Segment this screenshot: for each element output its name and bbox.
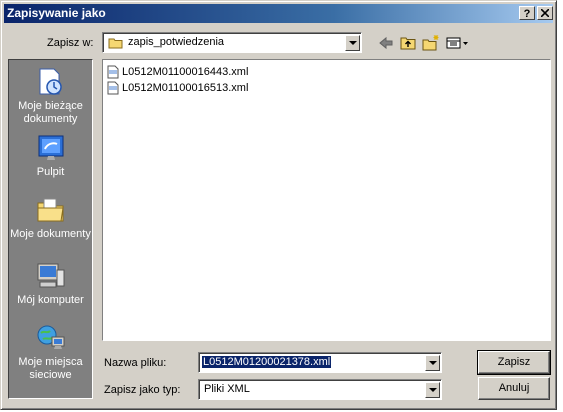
title-bar[interactable]: Zapisywanie jako ? bbox=[4, 4, 553, 23]
filetype-dropdown-arrow[interactable] bbox=[425, 382, 440, 398]
filename-value: L0512M01200021378.xml bbox=[202, 356, 332, 368]
desktop-icon bbox=[38, 135, 63, 160]
cancel-button[interactable]: Anuluj bbox=[478, 377, 550, 400]
help-button[interactable]: ? bbox=[519, 6, 535, 20]
filename-dropdown-arrow[interactable] bbox=[425, 355, 440, 371]
network-places-icon bbox=[37, 325, 64, 349]
back-button[interactable] bbox=[376, 34, 396, 52]
location-combo[interactable]: zapis_potwiedzenia bbox=[102, 32, 362, 53]
close-button[interactable] bbox=[537, 6, 553, 20]
new-folder-button[interactable] bbox=[421, 34, 441, 52]
filetype-label: Zapisz jako typ: bbox=[104, 384, 181, 396]
location-value: zapis_potwiedzenia bbox=[128, 36, 225, 48]
places-bar: Moje bieżące dokumenty Pulpit Moje dokum… bbox=[8, 59, 93, 399]
close-icon bbox=[540, 8, 550, 18]
filename-label: Nazwa pliku: bbox=[104, 357, 167, 369]
list-item[interactable]: L0512M01100016443.xml bbox=[106, 64, 248, 80]
my-computer-icon bbox=[37, 263, 64, 288]
up-folder-icon bbox=[400, 37, 416, 50]
up-folder-button[interactable] bbox=[398, 34, 418, 52]
filename-input[interactable]: L0512M01200021378.xml bbox=[198, 352, 442, 373]
view-menu-button[interactable] bbox=[444, 34, 470, 52]
place-label: Pulpit bbox=[36, 166, 65, 178]
xml-file-icon bbox=[107, 65, 119, 79]
place-recent-documents[interactable]: Moje bieżące dokumenty bbox=[9, 66, 92, 126]
file-name: L0512M01100016513.xml bbox=[122, 82, 249, 94]
place-my-documents[interactable]: Moje dokumenty bbox=[9, 194, 92, 241]
my-documents-icon bbox=[37, 198, 64, 222]
view-menu-icon bbox=[446, 37, 468, 49]
place-desktop[interactable]: Pulpit bbox=[9, 132, 92, 179]
folder-icon bbox=[108, 38, 123, 49]
save-button[interactable]: Zapisz bbox=[477, 350, 551, 375]
place-network[interactable]: Moje miejsca sieciowe bbox=[9, 322, 92, 382]
place-my-computer[interactable]: Mój komputer bbox=[9, 260, 92, 307]
file-list[interactable]: L0512M01100016443.xml L0512M01100016513.… bbox=[102, 59, 551, 341]
dialog-title: Zapisywanie jako bbox=[7, 6, 106, 20]
back-arrow-icon bbox=[379, 36, 393, 50]
file-name: L0512M01100016443.xml bbox=[122, 66, 249, 78]
place-label: Moje dokumenty bbox=[10, 228, 91, 240]
recent-documents-icon bbox=[39, 68, 62, 95]
filetype-value: Pliki XML bbox=[204, 383, 250, 395]
place-label: Moje miejsca sieciowe bbox=[18, 356, 83, 381]
place-label: Mój komputer bbox=[17, 294, 84, 306]
location-label: Zapisz w: bbox=[47, 37, 94, 49]
place-label: Moje bieżące dokumenty bbox=[18, 100, 83, 125]
xml-file-icon bbox=[107, 81, 119, 95]
list-item[interactable]: L0512M01100016513.xml bbox=[106, 80, 248, 96]
save-as-dialog: Zapisywanie jako ? Zapisz w: zapis_potwi… bbox=[0, 0, 557, 410]
new-folder-icon bbox=[422, 35, 439, 51]
location-dropdown-arrow[interactable] bbox=[345, 35, 360, 51]
filetype-select[interactable]: Pliki XML bbox=[198, 379, 442, 400]
